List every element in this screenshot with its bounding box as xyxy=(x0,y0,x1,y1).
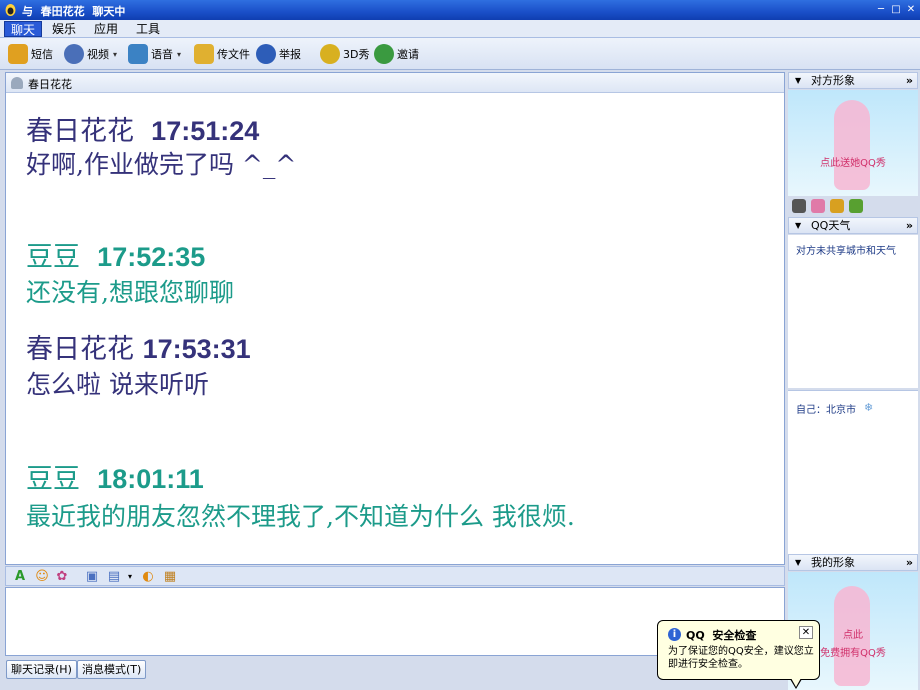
chat-header: 春日花花 xyxy=(6,73,784,93)
message-header: 豆豆 18:01:11 xyxy=(26,457,204,496)
close-button[interactable]: ✕ xyxy=(904,3,918,17)
message-text: 还没有,想跟您聊聊 xyxy=(26,278,234,307)
message-text: 最近我的朋友忽然不理我了,不知道为什么 我很烦. xyxy=(26,502,575,531)
emoticon-icon[interactable]: ☺ xyxy=(34,569,50,585)
collapse-arrow-icon[interactable]: ▼ xyxy=(795,73,801,88)
avatar-placeholder xyxy=(834,100,870,190)
message-sender: 春日花花 xyxy=(26,334,143,365)
sms-button[interactable]: 短信 xyxy=(8,42,53,66)
self-weather-area: 自己：北京市 ❄ xyxy=(788,390,918,554)
message-header: 春日花花 17:51:24 xyxy=(26,109,259,148)
report-label: 举报 xyxy=(279,48,301,61)
message-time: 18:01:11 xyxy=(97,464,204,494)
chat-history[interactable]: 春日花花 春日花花 17:51:24 好啊,作业做完了吗 ^_^ 豆豆 17:5… xyxy=(5,72,785,565)
message-header: 豆豆 17:52:35 xyxy=(26,235,205,274)
message-time: 17:51:24 xyxy=(151,116,260,146)
peer-show-area: 点此送她QQ秀 xyxy=(788,90,918,196)
collapse-arrow-icon[interactable]: ▼ xyxy=(795,555,801,570)
tooltip-body: 为了保证您的QQ安全，建议您立即进行安全检查。 xyxy=(668,646,814,670)
tooltip-pointer-fill xyxy=(791,678,801,687)
invite-label: 邀请 xyxy=(397,48,419,61)
message-sender: 春日花花 xyxy=(26,116,152,147)
3d-show-icon xyxy=(320,44,340,64)
voice-icon xyxy=(128,44,148,64)
message-time: 17:52:35 xyxy=(97,242,206,272)
report-icon xyxy=(256,44,276,64)
font-icon[interactable]: A xyxy=(12,569,28,585)
message-mode-button[interactable]: 消息模式(T) xyxy=(77,660,147,679)
tooltip-close-button[interactable]: ✕ xyxy=(799,626,813,639)
scene-icon[interactable]: ▦ xyxy=(162,569,178,585)
peer-weather-text: 对方未共享城市和天气 xyxy=(796,246,896,257)
report-button[interactable]: 举报 xyxy=(256,42,301,66)
voice-button[interactable]: 语音 ▾ xyxy=(128,42,181,66)
3d-show-label: 3D秀 xyxy=(343,48,370,61)
weather-header[interactable]: ▼ QQ天气 » xyxy=(788,217,918,234)
invite-icon xyxy=(374,44,394,64)
send-file-label: 传文件 xyxy=(217,48,250,61)
voice-label: 语音 xyxy=(151,48,173,61)
contact-icon xyxy=(11,77,23,89)
tooltip-title: QQ 安全检查 xyxy=(686,629,757,642)
webcam-icon xyxy=(64,44,84,64)
collapse-arrow-icon[interactable]: ▼ xyxy=(795,218,801,233)
menu-entertainment[interactable]: 娱乐 xyxy=(46,21,82,37)
shop-icon[interactable] xyxy=(849,199,863,213)
snowflake-icon: ❄ xyxy=(864,401,874,414)
expand-icon[interactable]: » xyxy=(906,218,913,233)
message-header: 春日花花 17:53:31 xyxy=(26,327,251,366)
message-sender: 豆豆 xyxy=(26,464,98,495)
my-show-title: 我的形象 xyxy=(811,556,855,569)
security-check-tooltip[interactable]: i QQ 安全检查 ✕ 为了保证您的QQ安全，建议您立即进行安全检查。 xyxy=(657,620,820,689)
chevron-down-icon[interactable]: ▾ xyxy=(113,50,117,59)
expand-icon[interactable]: » xyxy=(906,73,913,88)
message-text: 好啊,作业做完了吗 ^_^ xyxy=(26,150,297,179)
image-icon[interactable]: ▤ xyxy=(106,569,122,585)
right-panel: ▼ 对方形象 » 点此送她QQ秀 ▼ QQ天气 » 对方未共享城市和天气 自己：… xyxy=(787,72,920,690)
magic-icon[interactable]: ✿ xyxy=(54,569,70,585)
self-weather-text: 自己：北京市 xyxy=(796,405,856,416)
minimize-button[interactable]: ─ xyxy=(874,3,888,17)
info-icon: i xyxy=(668,628,681,641)
gift-icon[interactable] xyxy=(811,199,825,213)
peer-show-header[interactable]: ▼ 对方形象 » xyxy=(788,72,918,89)
format-toolbar: A ☺ ✿ ▣ ▤ ▾ ◐ ▦ xyxy=(5,566,785,586)
my-show-header[interactable]: ▼ 我的形象 » xyxy=(788,554,918,571)
message-sender: 豆豆 xyxy=(26,242,98,273)
toolbar: 短信 视频 ▾ 语音 ▾ 传文件 举报 3D秀 邀请 xyxy=(0,38,920,70)
sms-icon xyxy=(8,44,28,64)
weather-title: QQ天气 xyxy=(811,219,851,232)
profile-icon[interactable] xyxy=(792,199,806,213)
qq-app-icon xyxy=(4,3,17,17)
video-button[interactable]: 视频 ▾ xyxy=(64,42,117,66)
sms-label: 短信 xyxy=(31,48,53,61)
message-text: 怎么啦 说来听听 xyxy=(26,370,209,399)
title-bar: 与 春田花花 聊天中 ─ □ ✕ xyxy=(0,0,920,20)
menu-tools[interactable]: 工具 xyxy=(130,21,166,37)
video-label: 视频 xyxy=(87,48,109,61)
window-title: 与 春田花花 聊天中 xyxy=(22,5,126,18)
file-transfer-icon xyxy=(194,44,214,64)
screenshot-icon[interactable]: ▣ xyxy=(84,569,100,585)
contact-name: 春日花花 xyxy=(28,78,72,91)
invite-button[interactable]: 邀请 xyxy=(374,42,419,66)
chevron-down-icon[interactable]: ▾ xyxy=(122,569,138,585)
maximize-button[interactable]: □ xyxy=(889,3,903,17)
message-time: 17:53:31 xyxy=(142,334,251,364)
chat-history-button[interactable]: 聊天记录(H) xyxy=(6,660,77,679)
scribble-icon[interactable]: ◐ xyxy=(140,569,156,585)
menu-chat[interactable]: 聊天 xyxy=(4,21,43,37)
chevron-down-icon[interactable]: ▾ xyxy=(177,50,181,59)
expand-icon[interactable]: » xyxy=(906,555,913,570)
show-icon[interactable] xyxy=(830,199,844,213)
menu-bar: 聊天 娱乐 应用 工具 xyxy=(0,20,920,38)
send-file-button[interactable]: 传文件 xyxy=(194,42,250,66)
3d-show-button[interactable]: 3D秀 xyxy=(320,42,369,66)
menu-apps[interactable]: 应用 xyxy=(88,21,124,37)
peer-weather-area: 对方未共享城市和天气 xyxy=(788,235,918,388)
peer-show-title: 对方形象 xyxy=(811,74,855,87)
gift-show-link[interactable]: 点此送她QQ秀 xyxy=(788,157,918,171)
